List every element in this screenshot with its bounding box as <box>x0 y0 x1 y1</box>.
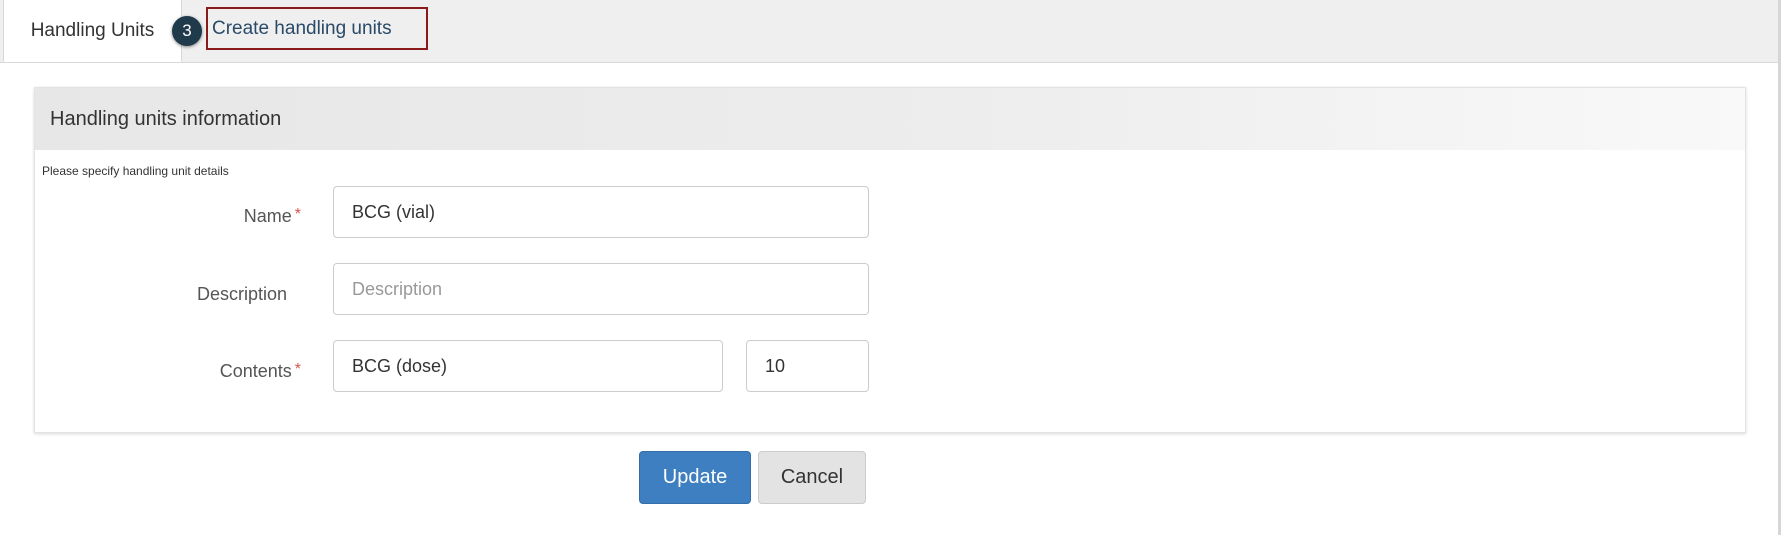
tab-handling-units[interactable]: Handling Units <box>3 0 182 62</box>
update-button[interactable]: Update <box>639 451 751 504</box>
name-required-marker: * <box>294 206 301 223</box>
step-number: 3 <box>182 21 192 40</box>
tab-create-handling-units-label: Create handling units <box>212 17 392 39</box>
panel-heading: Handling units information <box>35 88 1745 150</box>
panel-hint: Please specify handling unit details <box>42 164 229 178</box>
description-label: Description <box>196 284 287 304</box>
contents-label: Contents <box>219 361 292 381</box>
panel-title: Handling units information <box>50 107 282 130</box>
name-label-group: Name * <box>101 206 301 227</box>
name-label: Name <box>243 206 292 226</box>
tab-handling-units-label: Handling Units <box>30 19 155 41</box>
description-input[interactable] <box>333 263 869 315</box>
name-input[interactable] <box>333 186 869 238</box>
cancel-button[interactable]: Cancel <box>758 451 866 504</box>
step-number-badge: 3 <box>172 16 202 46</box>
contents-quantity-input[interactable] <box>746 340 869 392</box>
contents-required-marker: * <box>294 361 301 378</box>
contents-label-group: Contents * <box>101 361 301 382</box>
description-label-group: Description <box>87 284 287 305</box>
contents-input[interactable] <box>333 340 723 392</box>
tab-create-handling-units[interactable]: Create handling units <box>206 7 428 50</box>
handling-units-panel: Handling units information Please specif… <box>34 87 1746 433</box>
page: Handling Units 3 Create handling units H… <box>0 0 1781 535</box>
tab-bar: Handling Units 3 Create handling units <box>0 0 1778 63</box>
